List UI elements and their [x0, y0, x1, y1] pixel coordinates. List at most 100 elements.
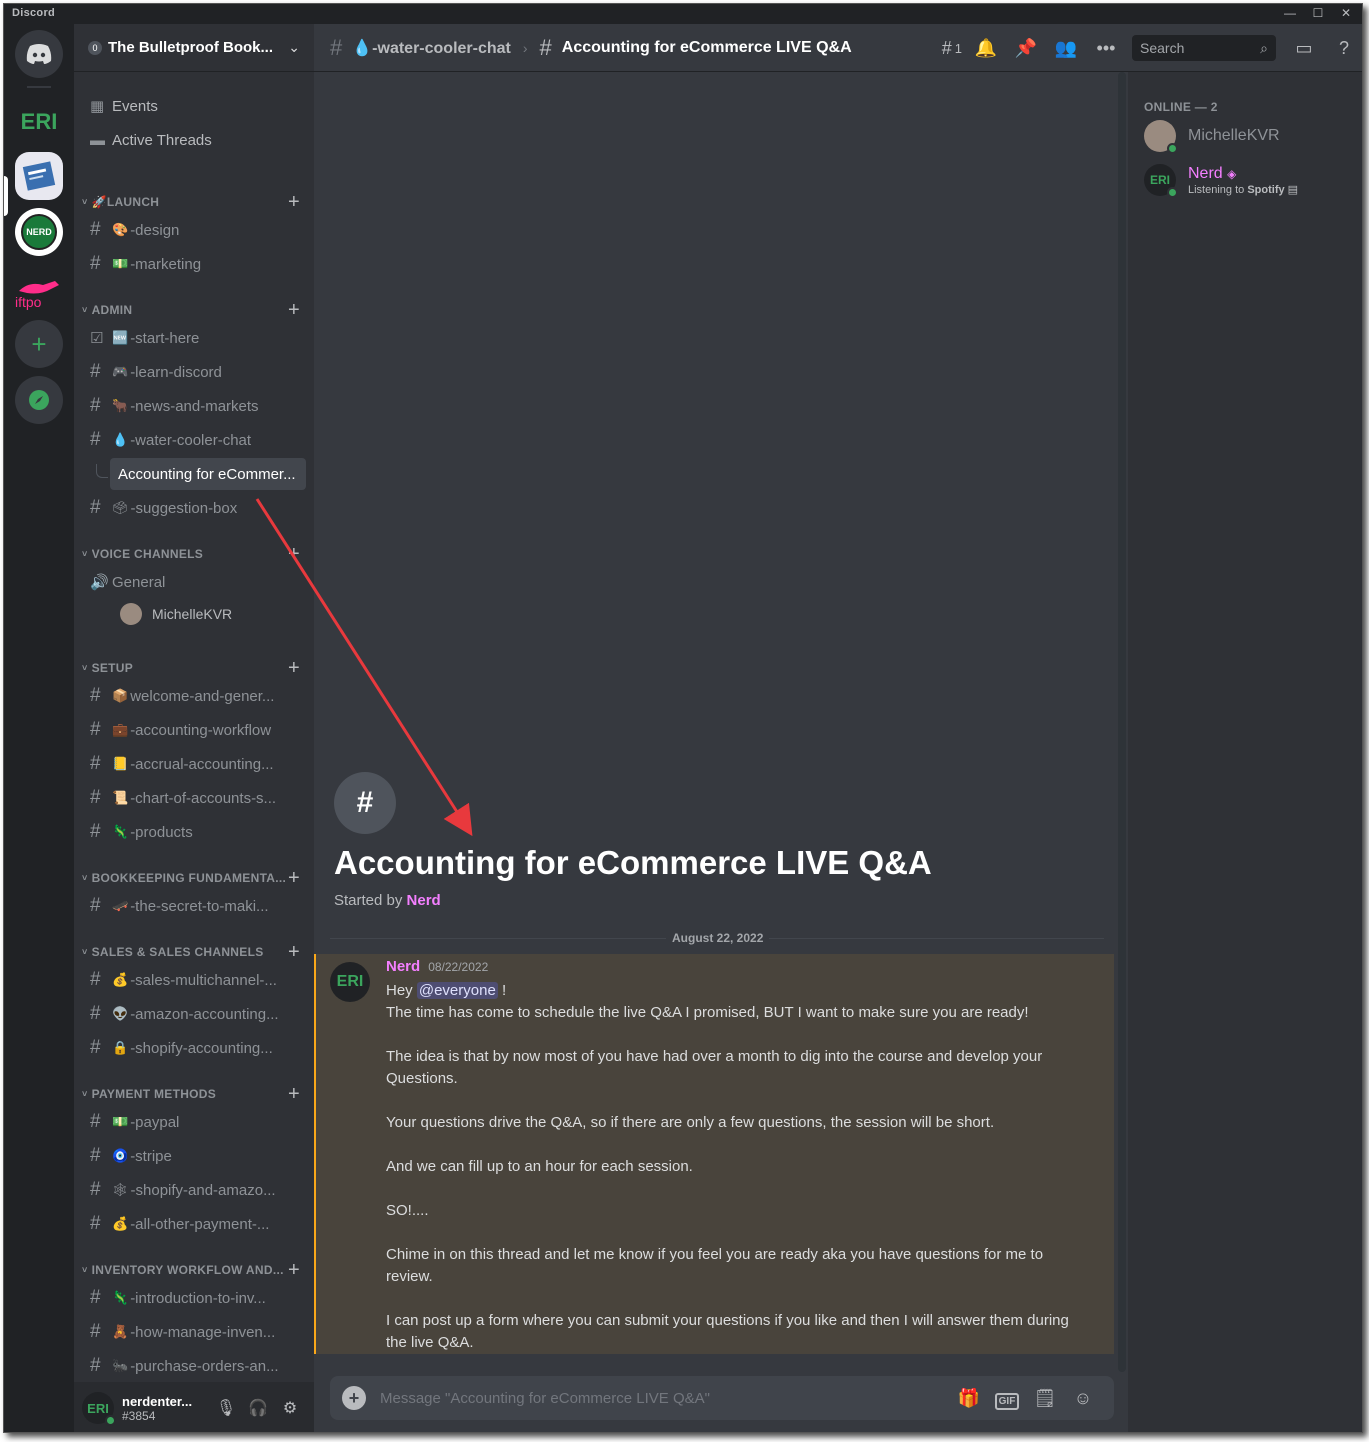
message-header: Nerd 08/22/2022: [386, 958, 488, 975]
channel-label: -introduction-to-inv...: [130, 1289, 266, 1307]
channel-start-here[interactable]: ☑ 🆕 -start-here: [82, 322, 306, 354]
add-server-button[interactable]: +: [15, 320, 63, 368]
emoji-icon[interactable]: ☺: [1064, 1388, 1102, 1409]
bell-icon[interactable]: 🔔: [966, 38, 1006, 59]
thread-accounting-live-qa[interactable]: Accounting for eCommer...: [110, 458, 306, 490]
avatar[interactable]: ERI: [330, 962, 370, 1002]
mention-everyone[interactable]: @everyone: [416, 982, 498, 999]
server-nerd[interactable]: ERI: [15, 98, 63, 146]
members-icon[interactable]: 👥: [1046, 38, 1086, 59]
category-voice-channels[interactable]: ˅ VOICE CHANNELS +: [82, 543, 306, 566]
microphone-icon[interactable]: 🎙: [210, 1398, 242, 1418]
channel-purchase-orders[interactable]: # 🐜 -purchase-orders-an...: [82, 1350, 306, 1382]
avatar[interactable]: ERI: [82, 1392, 116, 1426]
hash-icon: #: [90, 395, 101, 416]
member-michellekvr[interactable]: MichelleKVR: [1144, 116, 1280, 156]
create-channel-plus-icon[interactable]: +: [288, 867, 300, 890]
create-channel-plus-icon[interactable]: +: [288, 543, 300, 566]
channel-introduction-to-inventory[interactable]: # 🦎 -introduction-to-inv...: [82, 1282, 306, 1314]
more-icon[interactable]: •••: [1086, 38, 1126, 59]
category-label: LAUNCH: [106, 195, 160, 209]
channel-shopify-accounting[interactable]: # 🔒 -shopify-accounting...: [82, 1032, 306, 1064]
channel-sales-multichannel[interactable]: # 💰 -sales-multichannel-...: [82, 964, 306, 996]
channel-water-cooler-chat[interactable]: # 💧 -water-cooler-chat: [82, 424, 306, 456]
explore-servers-button[interactable]: [15, 376, 63, 424]
channel-the-secret-to-making[interactable]: # 🛹 -the-secret-to-maki...: [82, 890, 306, 922]
help-icon[interactable]: ?: [1324, 38, 1362, 59]
hash-icon: #: [90, 1111, 101, 1132]
maximize-button[interactable]: ☐: [1304, 6, 1332, 20]
scrollbar[interactable]: [1118, 72, 1126, 1372]
category-inventory-workflow[interactable]: ˅ INVENTORY WORKFLOW AND... +: [82, 1259, 306, 1282]
sidebar-item-active-threads[interactable]: ▬ Active Threads: [82, 124, 306, 156]
book-cover-icon: [22, 161, 56, 191]
close-button[interactable]: ✕: [1332, 6, 1360, 20]
category-payment-methods[interactable]: ˅ PAYMENT METHODS +: [82, 1083, 306, 1106]
gear-icon[interactable]: ⚙: [274, 1398, 306, 1418]
message-author[interactable]: Nerd: [386, 958, 420, 975]
channel-emoji: 💧: [112, 432, 129, 447]
home-button[interactable]: [15, 30, 63, 78]
create-channel-plus-icon[interactable]: +: [288, 1259, 300, 1282]
channel-paypal[interactable]: # 💵 -paypal: [82, 1106, 306, 1138]
channel-accounting-workflow[interactable]: # 💼 -accounting-workflow: [82, 714, 306, 746]
member-nerd[interactable]: ERI Nerd ◈ Listening to Spotify ▤: [1144, 160, 1298, 200]
channel-marketing[interactable]: # 💵 -marketing: [82, 248, 306, 280]
category-setup[interactable]: ˅ SETUP +: [82, 657, 306, 680]
message-composer[interactable]: + Message "Accounting for eCommerce LIVE…: [330, 1376, 1114, 1420]
channel-chart-of-accounts[interactable]: # 📜 -chart-of-accounts-s...: [82, 782, 306, 814]
pin-icon[interactable]: 📌: [1006, 38, 1046, 59]
channel-label: -shopify-accounting...: [130, 1039, 273, 1057]
sidebar-item-events[interactable]: ▦ Events: [82, 90, 306, 122]
gift-icon[interactable]: 🎁: [950, 1388, 988, 1409]
voice-user-michellekvr[interactable]: MichelleKVR: [120, 600, 232, 628]
channel-learn-discord[interactable]: # 🎮 -learn-discord: [82, 356, 306, 388]
breadcrumb-parent-channel[interactable]: 💧-water-cooler-chat: [352, 38, 511, 58]
channel-amazon-accounting[interactable]: # 👽 -amazon-accounting...: [82, 998, 306, 1030]
channel-shopify-and-amazon[interactable]: # 🕸 -shopify-and-amazo...: [82, 1174, 306, 1206]
create-channel-plus-icon[interactable]: +: [288, 1083, 300, 1106]
channel-emoji: 🦎: [112, 1290, 129, 1305]
hash-icon: #: [90, 787, 101, 808]
create-channel-plus-icon[interactable]: +: [288, 941, 300, 964]
server-bulletproof-book[interactable]: [15, 152, 63, 200]
channel-all-other-payment[interactable]: # 💰 -all-other-payment-...: [82, 1208, 306, 1240]
channel-accrual-accounting[interactable]: # 📒 -accrual-accounting...: [82, 748, 306, 780]
channel-stripe[interactable]: # 🧿 -stripe: [82, 1140, 306, 1172]
member-list: ONLINE — 2 MichelleKVR ERI Nerd ◈ Listen…: [1128, 72, 1362, 1432]
channel-suggestion-box[interactable]: # 🗳 -suggestion-box: [82, 492, 306, 524]
create-channel-plus-icon[interactable]: +: [288, 657, 300, 680]
guild-header[interactable]: 0 The Bulletproof Book... ⌄: [74, 24, 314, 72]
gif-button[interactable]: GIF: [988, 1388, 1026, 1410]
server-nerd-enterprises[interactable]: NERD: [15, 208, 63, 256]
create-channel-plus-icon[interactable]: +: [288, 191, 300, 214]
minimize-button[interactable]: —: [1276, 6, 1304, 20]
avatar-label: ERI: [336, 973, 364, 990]
channel-label: -start-here: [130, 329, 200, 347]
channel-header: # 💧-water-cooler-chat › # Accounting for…: [314, 24, 1362, 72]
channel-design[interactable]: # 🎨 -design: [82, 214, 306, 246]
chevron-right-icon: ›: [522, 39, 528, 56]
channel-products[interactable]: # 🦎 -products: [82, 816, 306, 848]
attach-plus-icon[interactable]: +: [342, 1386, 366, 1410]
create-channel-plus-icon[interactable]: +: [288, 299, 300, 322]
channel-welcome-and-general[interactable]: # 📦 welcome-and-gener...: [82, 680, 306, 712]
compass-icon: [29, 390, 49, 410]
started-by-user[interactable]: Nerd: [407, 892, 441, 909]
inbox-icon[interactable]: ▭: [1284, 38, 1324, 59]
thread-title: Accounting for eCommerce LIVE Q&A: [561, 38, 852, 56]
voice-channel-general[interactable]: 🔊 General: [82, 566, 306, 598]
server-swiftpod[interactable]: iftpo: [15, 264, 63, 312]
category-sales-channels[interactable]: ˅ SALES & SALES CHANNELS +: [82, 941, 306, 964]
headphones-icon[interactable]: 🎧: [242, 1398, 274, 1418]
sticker-icon[interactable]: 🗒: [1026, 1388, 1064, 1409]
category-admin[interactable]: ˅ ADMIN +: [82, 299, 306, 322]
channel-how-manage-inventory[interactable]: # 🧸 -how-manage-inven...: [82, 1316, 306, 1348]
chevron-down-icon: ˅: [82, 197, 88, 207]
search-input[interactable]: Search ⌕: [1132, 35, 1276, 61]
channel-news-and-markets[interactable]: # 🐂 -news-and-markets: [82, 390, 306, 422]
category-launch[interactable]: ˅ 🚀 LAUNCH +: [82, 191, 306, 214]
category-bookkeeping-fundamentals[interactable]: ˅ BOOKKEEPING FUNDAMENTA... +: [82, 867, 306, 890]
user-info[interactable]: nerdenter... #3854: [122, 1394, 210, 1423]
chevron-down-icon: ˅: [82, 947, 88, 957]
